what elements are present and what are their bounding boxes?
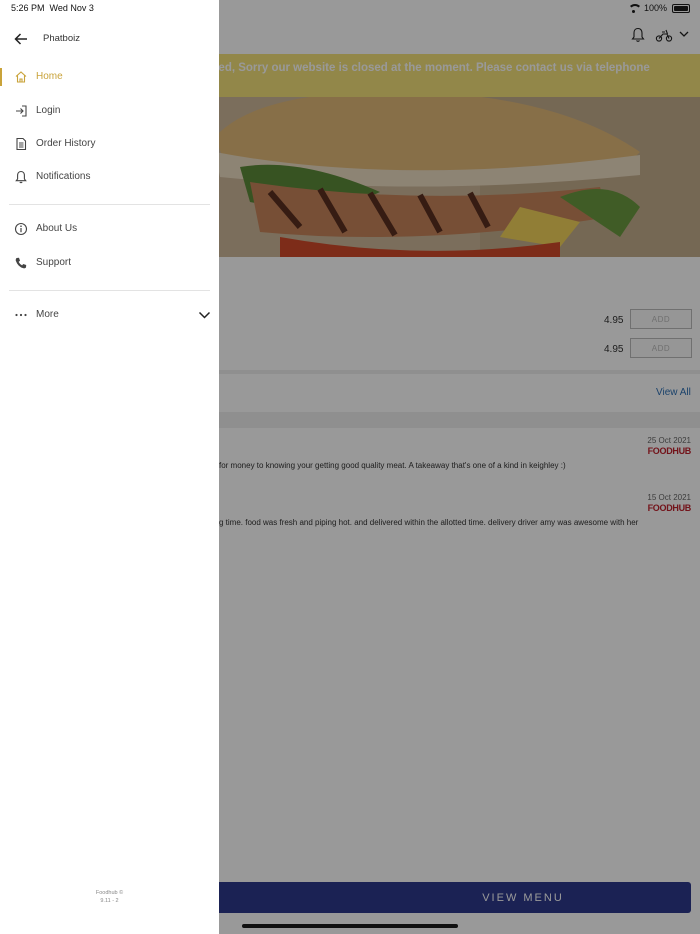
bell-icon [15, 170, 27, 184]
drawer-item-label: Login [36, 105, 61, 116]
status-date-value: Wed Nov 3 [49, 3, 94, 13]
review-date: 25 Oct 2021 [647, 436, 691, 445]
info-icon [14, 222, 28, 236]
drawer-item-support[interactable]: Support [0, 247, 219, 279]
status-bar-right: 100% [627, 3, 690, 13]
drawer-item-label: About Us [36, 223, 78, 234]
banner-text-line2: . [205, 76, 700, 91]
drawer-item-about-us[interactable]: About Us [0, 213, 219, 245]
drawer-item-login[interactable]: Login [0, 95, 219, 127]
status-time: 5:26 PM Wed Nov 3 [11, 3, 94, 13]
home-indicator[interactable] [242, 924, 458, 928]
battery-icon [672, 3, 690, 13]
drawer-item-label: Home [36, 71, 63, 82]
status-time-value: 5:26 PM [11, 3, 45, 13]
login-icon [16, 105, 27, 117]
wifi-icon [627, 3, 642, 13]
order-history-icon [16, 137, 27, 151]
add-button[interactable]: ADD [630, 309, 692, 329]
delivery-scooter-icon[interactable] [655, 28, 673, 42]
back-arrow-icon[interactable] [13, 31, 29, 47]
drawer-item-notifications[interactable]: Notifications [0, 161, 219, 193]
review-date: 15 Oct 2021 [647, 493, 691, 502]
footer-brand: Foodhub © [95, 890, 124, 896]
review-text: g time. food was fresh and piping hot. a… [219, 518, 639, 527]
notification-bell-icon[interactable] [631, 27, 645, 43]
drawer-item-label: Order History [36, 138, 96, 149]
drawer-item-label: More [36, 309, 59, 320]
more-dots-icon [15, 313, 27, 317]
menu-item-price: 4.95 [604, 344, 624, 355]
drawer-header: Phatboiz [0, 26, 219, 52]
foodhub-logo: FOODHUB [647, 446, 692, 456]
menu-item-price: 4.95 [604, 315, 624, 326]
review-text: for money to knowing your getting good q… [219, 461, 566, 470]
banner-text-line1: osed, Sorry our website is closed at the… [205, 62, 650, 74]
chevron-down-icon[interactable] [198, 309, 211, 321]
drawer-divider [9, 204, 210, 205]
phone-icon [15, 257, 27, 269]
foodhub-logo: FOODHUB [647, 503, 692, 513]
navigation-drawer: 5:26 PM Wed Nov 3 Phatboiz Home Login Or… [0, 0, 219, 934]
drawer-item-home[interactable]: Home [0, 61, 219, 93]
view-menu-button[interactable]: VIEW MENU [205, 882, 691, 913]
chevron-down-icon[interactable] [678, 28, 690, 40]
battery-percent: 100% [643, 3, 667, 13]
drawer-item-label: Support [36, 257, 72, 268]
drawer-item-label: Notifications [36, 171, 91, 182]
drawer-footer: Foodhub © 9.11 - 2 [0, 889, 219, 905]
drawer-item-more[interactable]: More [0, 299, 219, 331]
drawer-item-order-history[interactable]: Order History [0, 128, 219, 160]
home-icon [15, 71, 27, 83]
add-button[interactable]: ADD [630, 338, 692, 358]
footer-version: 9.11 - 2 [100, 898, 119, 904]
store-name: Phatboiz [43, 33, 80, 44]
view-all-link[interactable]: View All [656, 387, 691, 398]
drawer-divider [9, 290, 210, 291]
